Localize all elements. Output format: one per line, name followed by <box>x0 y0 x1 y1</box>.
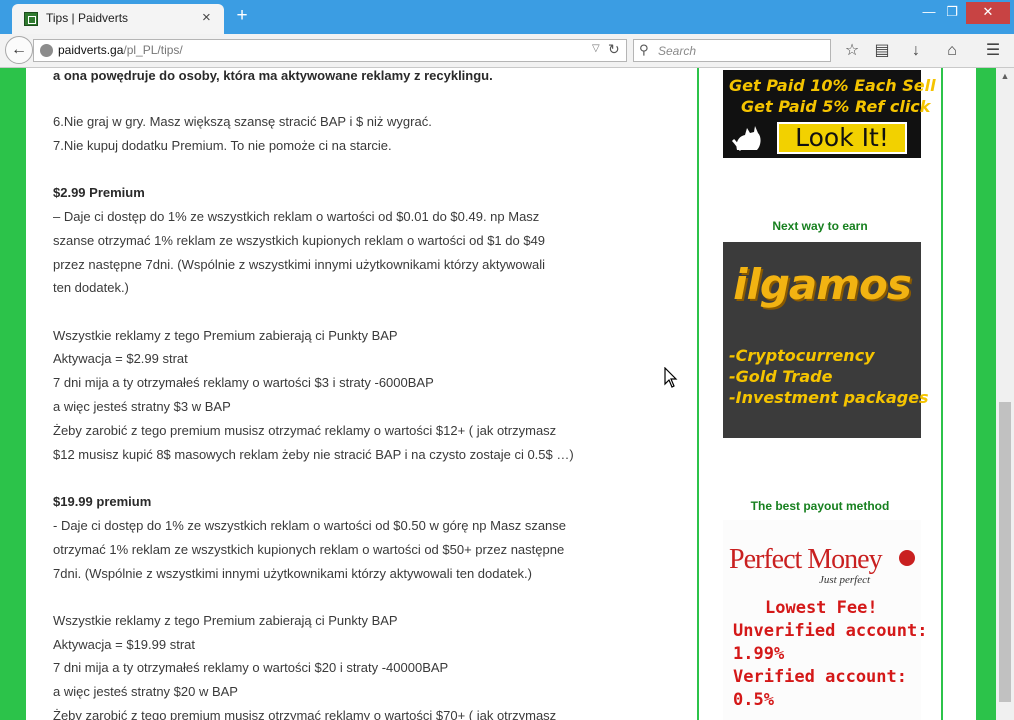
reload-icon[interactable]: ↻ <box>608 41 620 58</box>
url-path: /pl_PL/tips/ <box>123 43 183 57</box>
scrollbar-thumb[interactable] <box>999 402 1011 702</box>
new-tab-button[interactable]: + <box>232 5 252 27</box>
globe-icon <box>40 44 53 57</box>
article-line: 6.Nie graj w gry. Masz większą szansę st… <box>53 114 432 129</box>
ilgamos-logo: ilgamos <box>733 260 912 309</box>
ad-text: -Gold Trade <box>729 367 833 386</box>
article-line: Żeby zarobić z tego premium musisz otrzy… <box>53 708 557 720</box>
article-line: Wszystkie reklamy z tego Premium zabiera… <box>53 328 398 343</box>
article-column: a ona powędruje do osoby, która ma aktyw… <box>26 68 696 720</box>
window-minimize-button[interactable]: — <box>918 2 940 24</box>
url-bar[interactable]: paidverts.ga/pl_PL/tips/ ▽ ↻ <box>33 39 627 62</box>
article-line: a ona powędruje do osoby, która ma aktyw… <box>53 68 493 83</box>
article-line: 7 dni mija a ty otrzymałeś reklamy o war… <box>53 375 434 390</box>
search-icon: ⚲ <box>639 42 649 57</box>
pm-tagline: Just perfect <box>819 574 871 586</box>
referral-banner-ad[interactable]: Get Paid 10% Each Sell Get Paid 5% Ref c… <box>723 70 936 158</box>
article-line: - Daje ci dostęp do 1% ze wszystkich rek… <box>53 518 567 533</box>
article-line: szanse otrzymać 1% reklam ze wszystkich … <box>53 233 546 248</box>
back-arrow-icon: ← <box>11 41 27 58</box>
perfect-money-banner-ad[interactable]: Perfect Money Just perfect Lowest Fee! U… <box>723 520 927 720</box>
ad-text: Unverified account: <box>733 621 928 641</box>
page-border-right <box>976 68 996 720</box>
menu-icon[interactable]: ☰ <box>982 41 1004 63</box>
article-line: przez następne 7dni. (Wspólnie z wszystk… <box>53 257 545 272</box>
section-heading: $19.99 premium <box>53 494 152 509</box>
article-line: 7dni. (Wspólnie z wszystkimi innymi użyt… <box>53 566 532 581</box>
ad-text: Get Paid 10% Each Sell <box>729 76 936 95</box>
article-line: ten dodatek.) <box>53 280 129 295</box>
article-line: Żeby zarobić z tego premium musisz otrzy… <box>53 423 557 438</box>
browser-titlebar: Tips | Paidverts × + — ❐ ✕ <box>0 0 1014 34</box>
ad-text: Lowest Fee! <box>765 598 878 618</box>
search-bar[interactable]: ⚲ Search <box>633 39 831 62</box>
url-text[interactable]: paidverts.ga/pl_PL/tips/ <box>58 43 183 57</box>
perfect-money-logo: Perfect Money <box>729 544 883 575</box>
tab-title: Tips | Paidverts <box>46 11 129 25</box>
article-line: 7 dni mija a ty otrzymałeś reklamy o war… <box>53 660 449 675</box>
article-line: Wszystkie reklamy z tego Premium zabiera… <box>53 613 398 628</box>
scroll-up-arrow-icon[interactable]: ▲ <box>996 68 1014 84</box>
url-dropdown-icon[interactable]: ▽ <box>592 43 600 54</box>
sidebar-heading: Next way to earn <box>772 219 868 233</box>
navigation-toolbar: ← paidverts.ga/pl_PL/tips/ ▽ ↻ ⚲ Search … <box>0 34 1014 68</box>
article-line: a więc jesteś stratny $3 w BAP <box>53 399 231 414</box>
download-icon[interactable]: ↓ <box>905 41 927 63</box>
section-heading: $2.99 Premium <box>53 185 145 200</box>
tab-close-icon[interactable]: × <box>202 8 211 28</box>
back-button[interactable]: ← <box>5 36 33 64</box>
url-host: paidverts.ga <box>58 43 124 57</box>
ad-text: -Cryptocurrency <box>729 346 875 365</box>
bookmark-star-icon[interactable]: ☆ <box>841 41 863 63</box>
reading-list-icon[interactable]: ▤ <box>871 41 893 63</box>
look-it-button[interactable]: Look It! <box>777 122 907 154</box>
mouse-cursor-icon <box>664 367 678 388</box>
ad-text: 0.5% <box>733 690 774 710</box>
article-line: $12 musisz kupić 8$ masowych reklam żeby… <box>53 447 574 462</box>
site-favicon-icon <box>24 12 38 26</box>
sidebar-heading: The best payout method <box>750 499 890 513</box>
article-line: a więc jesteś stratny $20 w BAP <box>53 684 238 699</box>
ad-text: Get Paid 5% Ref click <box>741 97 931 116</box>
pm-badge-icon <box>899 550 915 566</box>
browser-tab[interactable]: Tips | Paidverts × <box>12 4 224 34</box>
article-line: Aktywacja = $19.99 strat <box>53 637 195 652</box>
window-close-button[interactable]: ✕ <box>966 2 1010 24</box>
page-border-left <box>0 68 26 720</box>
page-viewport: a ona powędruje do osoby, która ma aktyw… <box>0 68 996 720</box>
cat-icon <box>731 126 761 152</box>
article-line: Aktywacja = $2.99 strat <box>53 351 188 366</box>
article-line: – Daje ci dostęp do 1% ze wszystkich rek… <box>53 209 540 224</box>
page-scrollbar[interactable]: ▲ <box>996 68 1014 720</box>
ad-text: -Investment packages <box>729 388 929 407</box>
ad-text: Verified account: <box>733 667 907 687</box>
ilgamos-banner-ad[interactable]: ilgamos -Cryptocurrency -Gold Trade -Inv… <box>723 242 929 438</box>
home-icon[interactable]: ⌂ <box>941 41 963 63</box>
search-placeholder: Search <box>658 44 697 58</box>
window-maximize-button[interactable]: ❐ <box>940 2 964 24</box>
ad-text: 1.99% <box>733 644 785 664</box>
article-line: 7.Nie kupuj dodatku Premium. To nie pomo… <box>53 138 392 153</box>
article-line: otrzymać 1% reklam ze wszystkich kupiony… <box>53 542 565 557</box>
sidebar: Get Paid 10% Each Sell Get Paid 5% Ref c… <box>697 68 943 720</box>
